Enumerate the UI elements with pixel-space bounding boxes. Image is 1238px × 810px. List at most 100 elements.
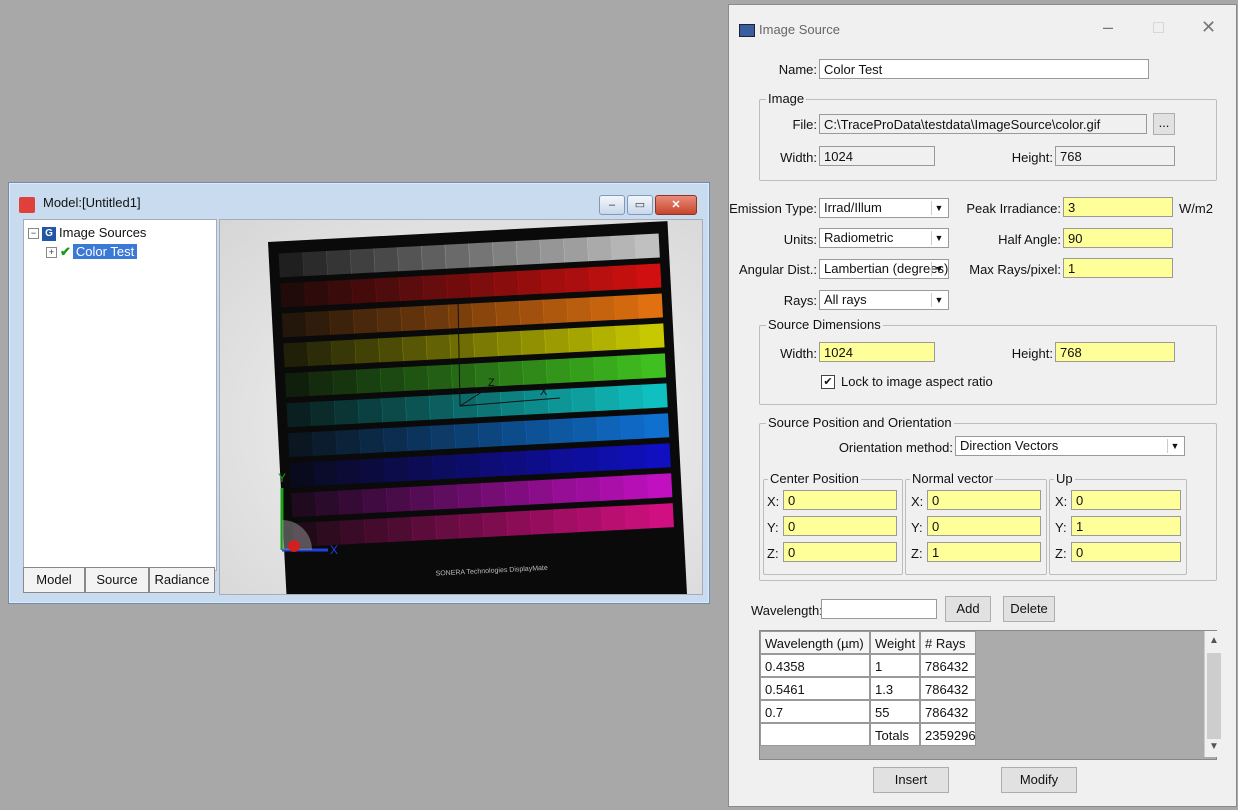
- table-cell[interactable]: 786432: [920, 654, 976, 677]
- table-cell[interactable]: [760, 723, 870, 746]
- up-z-input[interactable]: 0: [1071, 542, 1181, 562]
- table-scrollbar[interactable]: ▲ ▼: [1204, 631, 1223, 757]
- src-width-input[interactable]: 1024: [819, 342, 935, 362]
- delete-button[interactable]: Delete: [1003, 596, 1055, 622]
- tab-radiance[interactable]: Radiance: [149, 567, 215, 593]
- color-swatch: [307, 340, 333, 367]
- width-label: Width:: [780, 150, 817, 165]
- up-x-input[interactable]: 0: [1071, 490, 1181, 510]
- source-group-icon: G: [42, 226, 56, 241]
- units-select[interactable]: Radiometric ▼: [819, 228, 949, 248]
- table-cell[interactable]: 1: [870, 654, 920, 677]
- tab-model[interactable]: Model: [23, 567, 85, 593]
- table-cell[interactable]: 786432: [920, 700, 976, 723]
- scroll-thumb[interactable]: [1207, 653, 1221, 739]
- color-swatch: [613, 294, 640, 320]
- color-swatch: [495, 300, 521, 327]
- peak-irradiance-input[interactable]: 3: [1063, 197, 1173, 217]
- color-swatch: [359, 428, 385, 454]
- dialog-close-button[interactable]: ✕: [1201, 17, 1216, 38]
- color-swatch: [351, 278, 377, 304]
- color-swatch: [645, 443, 671, 469]
- color-swatch: [326, 249, 352, 275]
- color-swatch: [553, 508, 580, 534]
- wavelength-input[interactable]: [821, 599, 937, 619]
- color-swatch: [552, 478, 578, 504]
- src-width-label: Width:: [780, 346, 817, 361]
- color-swatch: [360, 458, 387, 484]
- table-cell[interactable]: 2359296: [920, 723, 976, 746]
- orientation-method-label: Orientation method:: [838, 440, 953, 455]
- add-button[interactable]: Add: [945, 596, 991, 622]
- scroll-up-icon[interactable]: ▲: [1209, 635, 1219, 646]
- image-group-title: Image: [766, 91, 807, 106]
- max-rays-input[interactable]: 1: [1063, 258, 1173, 278]
- col-header-weight[interactable]: Weight: [870, 631, 920, 654]
- color-swatch: [422, 274, 448, 300]
- table-cell[interactable]: 1.3: [870, 677, 920, 700]
- normal-x-input[interactable]: 0: [927, 490, 1041, 510]
- maximize-button[interactable]: ▭: [627, 195, 653, 215]
- color-swatch: [496, 330, 523, 357]
- collapse-icon[interactable]: −: [28, 228, 39, 240]
- lock-aspect-checkbox[interactable]: ✔: [821, 375, 835, 389]
- tab-source[interactable]: Source: [85, 567, 149, 593]
- dropdown-arrow-icon: ▼: [931, 201, 946, 215]
- dialog-minimize-button[interactable]: –: [1103, 17, 1113, 38]
- emission-type-select[interactable]: Irrad/Illum ▼: [819, 198, 949, 218]
- expand-icon[interactable]: +: [46, 247, 57, 259]
- col-header-wavelength[interactable]: Wavelength (µm): [760, 631, 870, 654]
- tree-node-color-test[interactable]: + ✔ Color Test: [46, 244, 138, 260]
- tree-node-image-sources[interactable]: − G Image Sources: [28, 225, 146, 241]
- color-swatch: [501, 420, 527, 446]
- angular-dist-select[interactable]: Lambertian (degrees) ▼: [819, 259, 949, 279]
- browse-button[interactable]: ...: [1153, 113, 1175, 135]
- dialog-maximize-button[interactable]: □: [1153, 17, 1164, 38]
- minimize-button[interactable]: –: [599, 195, 625, 215]
- color-swatch: [529, 509, 556, 535]
- close-button[interactable]: ✕: [655, 195, 697, 215]
- color-swatch: [291, 491, 317, 518]
- col-header-rays[interactable]: # Rays: [920, 631, 976, 654]
- wavelength-table: Wavelength (µm) Weight # Rays 0.4358 1 7…: [759, 630, 1223, 760]
- color-swatch: [356, 368, 382, 394]
- insert-button[interactable]: Insert: [873, 767, 949, 793]
- modify-button[interactable]: Modify: [1001, 767, 1077, 793]
- rays-select[interactable]: All rays ▼: [819, 290, 949, 310]
- normal-z-input[interactable]: 1: [927, 542, 1041, 562]
- center-y-label: Y:: [767, 520, 779, 535]
- 3d-viewport[interactable]: SONERA Technologies DisplayMate Y X X Z: [219, 219, 703, 595]
- color-swatch: [615, 324, 641, 350]
- table-cell[interactable]: 55: [870, 700, 920, 723]
- orientation-method-select[interactable]: Direction Vectors ▼: [955, 436, 1185, 456]
- tree-child-label: Color Test: [72, 244, 138, 259]
- table-cell[interactable]: Totals: [870, 723, 920, 746]
- scroll-down-icon[interactable]: ▼: [1209, 741, 1219, 752]
- color-swatch: [643, 413, 670, 439]
- color-swatch: [286, 401, 312, 428]
- table-cell[interactable]: 786432: [920, 677, 976, 700]
- color-swatch: [447, 303, 474, 329]
- color-swatch: [515, 239, 542, 265]
- color-swatch: [610, 234, 637, 261]
- half-angle-input[interactable]: 90: [1063, 228, 1173, 248]
- color-swatch: [450, 363, 477, 389]
- table-cell[interactable]: 0.7: [760, 700, 870, 723]
- color-swatch: [409, 485, 436, 511]
- color-swatch: [420, 244, 447, 270]
- name-input[interactable]: Color Test: [819, 59, 1149, 79]
- center-z-input[interactable]: 0: [783, 542, 897, 562]
- center-x-input[interactable]: 0: [783, 490, 897, 510]
- color-swatch: [569, 357, 595, 383]
- color-swatch: [616, 354, 643, 380]
- table-cell[interactable]: 0.4358: [760, 654, 870, 677]
- file-path-field[interactable]: C:\TraceProData\testdata\ImageSource\col…: [819, 114, 1147, 134]
- src-height-input[interactable]: 768: [1055, 342, 1175, 362]
- color-swatch: [635, 263, 662, 289]
- color-swatch: [545, 358, 572, 384]
- center-position-title: Center Position: [768, 471, 861, 486]
- normal-y-input[interactable]: 0: [927, 516, 1041, 536]
- center-y-input[interactable]: 0: [783, 516, 897, 536]
- up-y-input[interactable]: 1: [1071, 516, 1181, 536]
- table-cell[interactable]: 0.5461: [760, 677, 870, 700]
